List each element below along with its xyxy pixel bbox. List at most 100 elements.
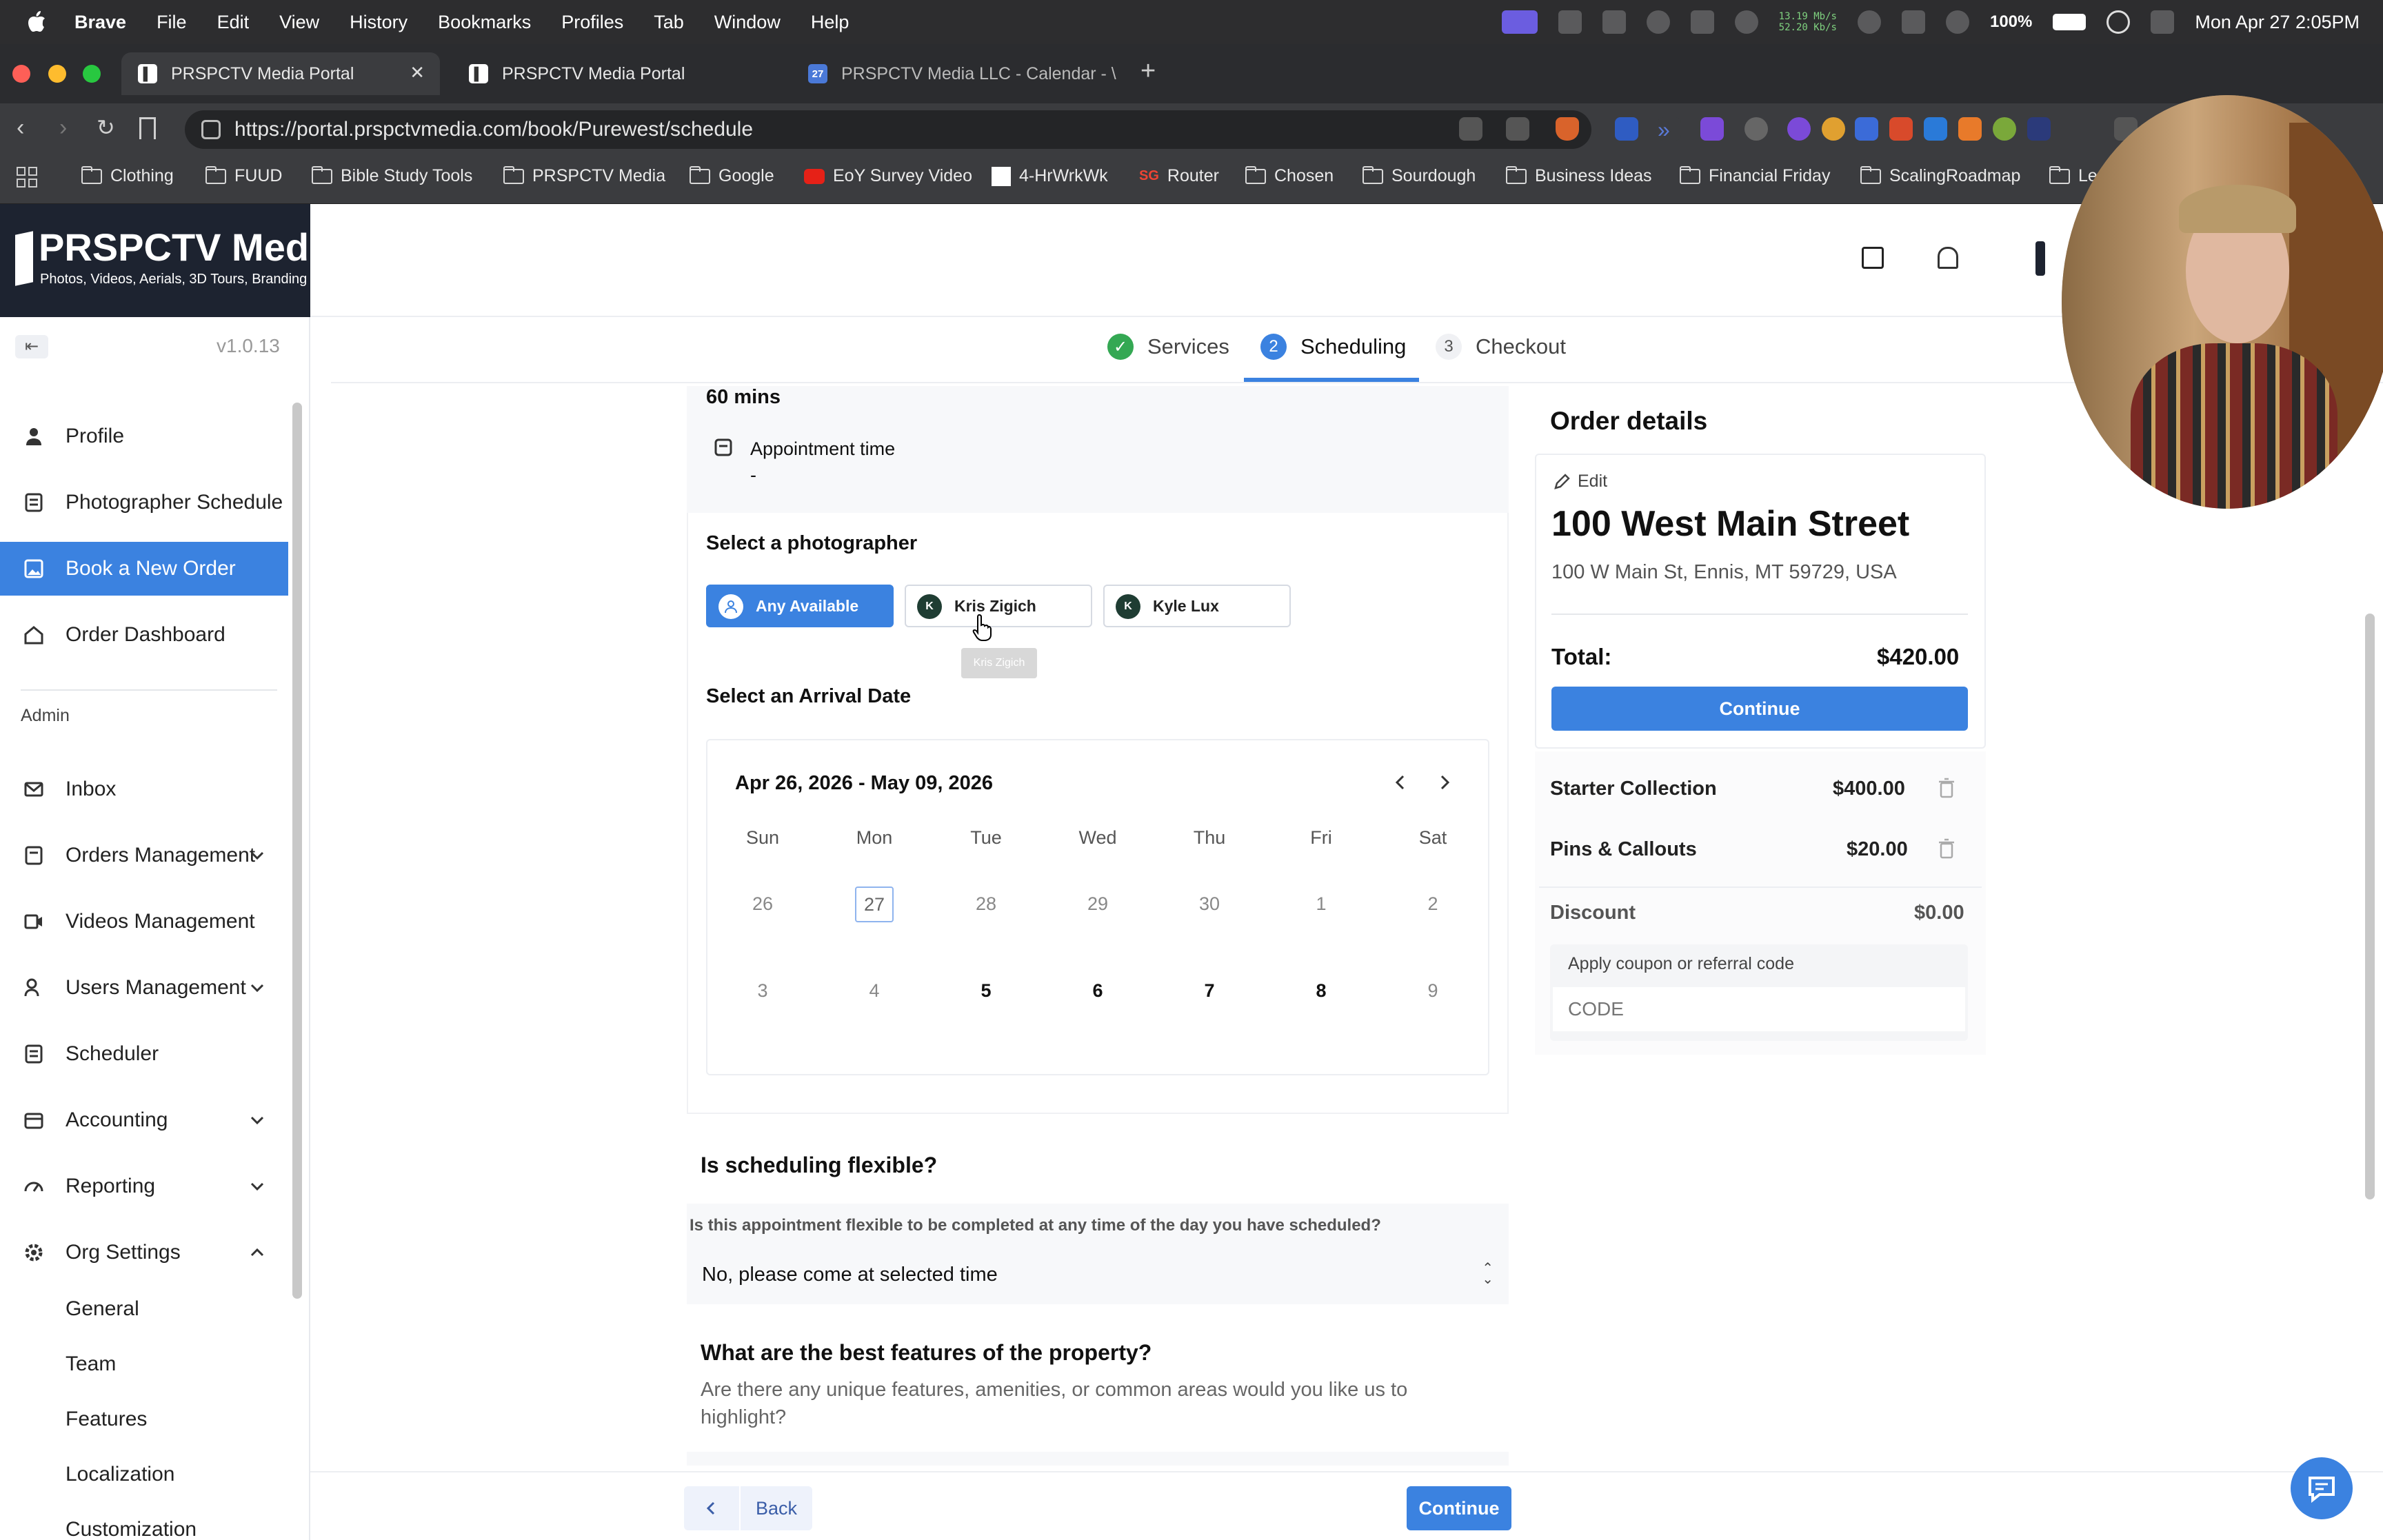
menu-history[interactable]: History: [350, 12, 408, 33]
bookmark-folder[interactable]: Clothing: [81, 165, 174, 186]
sidebar-item-order-dashboard[interactable]: Order Dashboard: [0, 608, 288, 662]
calendar-day-available[interactable]: 8: [1294, 980, 1349, 1002]
chevron-down-icon[interactable]: [247, 977, 268, 998]
photographer-kyle-lux[interactable]: K Kyle Lux: [1103, 585, 1291, 627]
extension-icon[interactable]: [1993, 117, 2016, 141]
shield-icon[interactable]: [1690, 10, 1714, 34]
order-continue-button[interactable]: Continue: [1551, 687, 1968, 731]
extension-icon[interactable]: »: [1658, 117, 1681, 142]
sidebar-subitem-team[interactable]: Team: [66, 1352, 116, 1376]
bookmark-folder[interactable]: Business Ideas: [1506, 165, 1652, 186]
extension-icon[interactable]: [1787, 117, 1811, 141]
drive-icon[interactable]: [1602, 10, 1626, 34]
window-close-button[interactable]: [12, 65, 30, 83]
flexible-select[interactable]: No, please come at selected time ⌃ ⌄: [690, 1252, 1506, 1297]
new-tab-icon[interactable]: +: [1140, 57, 1156, 86]
coupon-code-input[interactable]: [1553, 987, 1965, 1031]
extension-icon[interactable]: [1744, 117, 1768, 141]
sidebar-subitem-localization[interactable]: Localization: [66, 1463, 174, 1486]
battery-icon[interactable]: [2053, 14, 2087, 30]
extension-icon[interactable]: [1700, 117, 1724, 141]
cloud-icon[interactable]: [1734, 10, 1758, 34]
bookmark-icon[interactable]: [139, 117, 156, 139]
page-scrollbar[interactable]: [2365, 614, 2375, 1199]
chevron-down-icon[interactable]: [247, 1110, 268, 1131]
step-services[interactable]: ✓ Services: [1107, 334, 1229, 360]
step-checkout[interactable]: 3 Checkout: [1436, 334, 1566, 360]
bookmark-folder[interactable]: Bible Study Tools: [312, 165, 472, 186]
photographer-any-available[interactable]: Any Available: [706, 585, 894, 627]
sidebar-item-orders-management[interactable]: Orders Management: [0, 829, 288, 882]
tab-close-icon[interactable]: ✕: [410, 62, 425, 83]
brave-shield-icon[interactable]: [1556, 117, 1579, 141]
apple-icon[interactable]: [26, 10, 47, 33]
brand-logo[interactable]: PRSPCTV Media Photos, Videos, Aerials, 3…: [0, 204, 341, 317]
photographer-kris-zigich[interactable]: K Kris Zigich: [905, 585, 1092, 627]
menu-help[interactable]: Help: [811, 12, 849, 33]
bookmark-folder[interactable]: PRSPCTV Media: [503, 165, 665, 186]
chevron-down-icon[interactable]: [247, 1176, 268, 1197]
address-bar[interactable]: https://portal.prspctvmedia.com/book/Pur…: [185, 110, 1591, 149]
sidebar-item-accounting[interactable]: Accounting: [0, 1093, 288, 1147]
microphone-icon[interactable]: [1646, 10, 1670, 34]
bookmark-folder[interactable]: Sourdough: [1363, 165, 1476, 186]
apps-grid-icon[interactable]: [17, 167, 37, 188]
wifi-icon[interactable]: [1857, 10, 1881, 34]
sidebar-item-scheduler[interactable]: Scheduler: [0, 1027, 288, 1081]
site-settings-icon[interactable]: [201, 120, 221, 139]
chevron-left-icon[interactable]: [1390, 772, 1411, 793]
sidebar-item-inbox[interactable]: Inbox: [0, 762, 288, 816]
avatar[interactable]: [2035, 241, 2045, 276]
window-minimize-button[interactable]: [48, 65, 66, 83]
extension-icon[interactable]: [2027, 117, 2051, 141]
bookmark-link[interactable]: EoY Survey Video: [804, 166, 972, 186]
extension-icon[interactable]: [1615, 117, 1638, 141]
control-center-icon[interactable]: [2151, 10, 2175, 34]
chevron-up-icon[interactable]: [247, 1242, 268, 1263]
chat-support-button[interactable]: [2291, 1457, 2353, 1519]
cast-icon[interactable]: [1459, 117, 1482, 141]
screen-share-icon[interactable]: [1501, 10, 1538, 34]
chevron-right-icon[interactable]: [1434, 772, 1455, 793]
browser-tab[interactable]: 27 PRSPCTV Media LLC - Calendar - \: [792, 52, 1123, 95]
extension-icon[interactable]: [1855, 117, 1878, 141]
sidebar-item-profile[interactable]: Profile: [0, 409, 288, 463]
dropbox-icon[interactable]: [1558, 10, 1582, 34]
trash-icon[interactable]: [1938, 778, 1955, 798]
browser-tab-active[interactable]: ▌ PRSPCTV Media Portal ✕: [121, 52, 440, 95]
bookmark-folder[interactable]: Financial Friday: [1680, 165, 1830, 186]
bookmark-folder[interactable]: Google: [690, 165, 774, 186]
window-zoom-button[interactable]: [83, 65, 101, 83]
bookmark-folder[interactable]: ScalingRoadmap: [1860, 165, 2020, 186]
bookmark-folder[interactable]: Chosen: [1245, 165, 1334, 186]
gift-icon[interactable]: [1862, 247, 1884, 269]
calendar-day-available[interactable]: 6: [1070, 980, 1125, 1002]
menu-tab[interactable]: Tab: [654, 12, 684, 33]
calendar-day-available[interactable]: 7: [1182, 980, 1237, 1002]
sidebar-item-reporting[interactable]: Reporting: [0, 1159, 288, 1213]
notification-bell-icon[interactable]: [1938, 247, 1958, 269]
menu-bookmarks[interactable]: Bookmarks: [438, 12, 531, 33]
sidebar-scrollbar[interactable]: [292, 403, 302, 1299]
sidebar-item-users-management[interactable]: Users Management: [0, 961, 288, 1015]
continue-button[interactable]: Continue: [1407, 1486, 1511, 1530]
play-icon[interactable]: [1945, 10, 1969, 34]
extension-icon[interactable]: [1924, 117, 1947, 141]
edit-order-button[interactable]: Edit: [1553, 472, 1607, 492]
forward-arrow-icon[interactable]: ›: [59, 114, 67, 141]
bookmark-link[interactable]: 4-HrWrkWk: [992, 166, 1108, 186]
browser-tab[interactable]: ▌ PRSPCTV Media Portal: [452, 52, 783, 95]
sidebar-subitem-customization[interactable]: Customization: [66, 1518, 197, 1540]
extension-icon[interactable]: [1958, 117, 1982, 141]
sidebar-subitem-features[interactable]: Features: [66, 1408, 147, 1431]
code-icon[interactable]: [1901, 10, 1925, 34]
sidebar-item-photographer-schedule[interactable]: Photographer Schedule: [0, 476, 288, 529]
chevron-down-icon[interactable]: [247, 845, 268, 866]
sidebar-subitem-general[interactable]: General: [66, 1297, 139, 1321]
bookmark-link[interactable]: SG Router: [1139, 166, 1219, 186]
collapse-sidebar-icon[interactable]: ⇤: [15, 335, 48, 358]
search-icon[interactable]: [2107, 10, 2131, 34]
sidebar-item-videos-management[interactable]: Videos Management: [0, 895, 288, 949]
sidebar-item-book-new-order[interactable]: Book a New Order: [0, 542, 288, 596]
share-icon[interactable]: [1506, 117, 1529, 141]
